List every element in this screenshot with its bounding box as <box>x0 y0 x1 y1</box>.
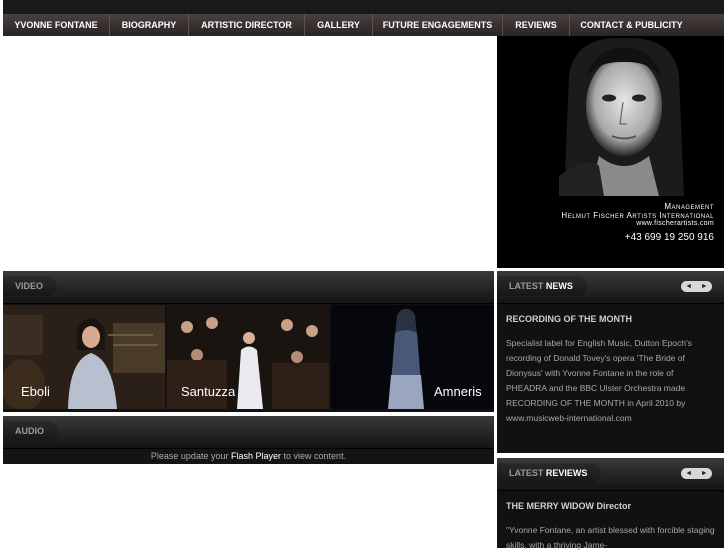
top-strip <box>3 0 724 14</box>
flash-message: Please update your Flash Player to view … <box>3 449 494 464</box>
nav-yvonne-fontane[interactable]: YVONNE FONTANE <box>3 14 110 36</box>
management-phone: +43 699 19 250 916 <box>624 232 714 243</box>
video-thumbnails: Eboli Santuzza Amneris <box>3 305 494 409</box>
review-body: "Yvonne Fontane, an artist blessed with … <box>506 525 715 550</box>
news-arrows: ◄ ► <box>681 281 712 292</box>
nav-contact-publicity[interactable]: CONTACT & PUBLICITY <box>570 14 693 36</box>
video-caption-santuzza: Santuzza <box>181 384 236 399</box>
flash-message-post: to view content. <box>283 451 347 461</box>
video-caption-amneris: Amneris <box>434 384 482 399</box>
news-tab: LATEST NEWS <box>497 276 587 296</box>
management-agency: Helmut Fischer Artists International <box>561 211 714 220</box>
flash-player-link[interactable]: Flash Player <box>231 451 281 461</box>
news-tab-word: NEWS <box>545 281 573 291</box>
news-panel: LATEST NEWS ◄ ► RECORDING OF THE MONTH S… <box>497 271 724 453</box>
reviews-panel: LATEST REVIEWS ◄ ► THE MERRY WIDOW Direc… <box>497 458 724 550</box>
main-nav: YVONNE FONTANE BIOGRAPHY ARTISTIC DIRECT… <box>3 14 724 36</box>
video-thumb-eboli[interactable]: Eboli <box>3 305 165 409</box>
video-caption-eboli: Eboli <box>21 384 50 399</box>
nav-reviews[interactable]: REVIEWS <box>503 14 570 36</box>
reviews-panel-header: LATEST REVIEWS ◄ ► <box>497 458 724 491</box>
audio-panel-header: AUDIO <box>3 416 494 449</box>
nav-biography[interactable]: BIOGRAPHY <box>110 14 189 36</box>
management-label: Management <box>664 202 714 211</box>
news-next-arrow-icon[interactable]: ► <box>701 283 708 290</box>
news-title[interactable]: RECORDING OF THE MONTH <box>506 314 715 324</box>
review-title[interactable]: THE MERRY WIDOW Director <box>506 501 715 511</box>
news-body: Specialist label for English Music, Dutt… <box>506 338 692 423</box>
nav-artistic-director[interactable]: ARTISTIC DIRECTOR <box>189 14 305 36</box>
video-thumb-santuzza[interactable]: Santuzza <box>167 305 329 409</box>
video-panel-header: VIDEO <box>3 271 494 304</box>
reviews-arrows: ◄ ► <box>681 468 712 479</box>
flash-message-pre: Please update your <box>150 451 229 461</box>
reviews-prev-arrow-icon[interactable]: ◄ <box>685 470 692 477</box>
nav-gallery[interactable]: GALLERY <box>305 14 373 36</box>
audio-tab: AUDIO <box>3 421 58 441</box>
artist-portrait: Management Helmut Fischer Artists Intern… <box>497 36 724 268</box>
reviews-tab-prefix: LATEST <box>509 468 544 478</box>
management-info: Management Helmut Fischer Artists Intern… <box>561 202 714 243</box>
news-tab-prefix: LATEST <box>509 281 544 291</box>
video-thumb-amneris[interactable]: Amneris <box>331 305 494 409</box>
portrait-photo <box>559 36 689 196</box>
video-panel: VIDEO Eboli Santuzza Amneris <box>3 271 494 412</box>
reviews-tab: LATEST REVIEWS <box>497 463 602 483</box>
audio-panel: AUDIO Please update your Flash Player to… <box>3 416 494 464</box>
reviews-next-arrow-icon[interactable]: ► <box>701 470 708 477</box>
news-panel-header: LATEST NEWS ◄ ► <box>497 271 724 304</box>
video-tab: VIDEO <box>3 276 58 296</box>
reviews-tab-word: REVIEWS <box>545 468 588 478</box>
management-website[interactable]: www.fischerartists.com <box>561 220 714 227</box>
news-prev-arrow-icon[interactable]: ◄ <box>685 283 692 290</box>
nav-future-engagements[interactable]: FUTURE ENGAGEMENTS <box>373 14 503 36</box>
